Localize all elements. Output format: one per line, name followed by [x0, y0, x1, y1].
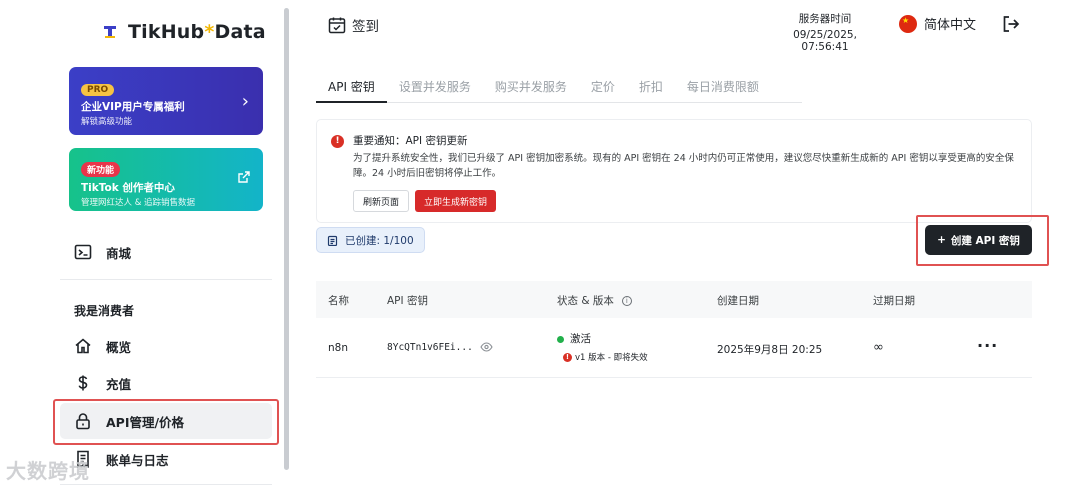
sidebar-item-billing-logs[interactable]: 账单与日志 — [60, 441, 272, 477]
api-key-table-header: 名称 API 密钥 状态 & 版本 i 创建日期 过期日期 — [316, 281, 1032, 318]
china-flag-icon — [899, 14, 917, 33]
sidebar-item-recharge[interactable]: 充值 — [60, 365, 272, 401]
server-time-value: 09/25/2025, 07:56:41 — [793, 29, 857, 53]
status-dot — [557, 335, 564, 343]
sidebar-scrollbar[interactable] — [284, 8, 289, 470]
dollar-icon — [78, 375, 88, 391]
api-tabs: API 密钥 设置并发服务 购买并发服务 定价 折扣 每日消费限额 — [316, 72, 802, 103]
created-date: 2025年9月8日 20:25 — [717, 344, 823, 356]
regenerate-key-button[interactable]: 立即生成新密钥 — [415, 190, 497, 212]
sidebar: TikHub*Data PRO 企业VIP用户专属福利 解锁高级功能 › 新功能… — [0, 0, 290, 492]
eye-icon[interactable] — [480, 342, 493, 352]
created-count-label: 已创建: 1/100 — [345, 234, 414, 247]
notice-title: 重要通知：API 密钥更新 — [353, 135, 468, 147]
column-header-status: 状态 & 版本 i — [557, 293, 632, 308]
api-key-update-notice: ! 重要通知：API 密钥更新 为了提升系统安全性，我们已升级了 API 密钥加… — [316, 119, 1032, 223]
calendar-check-icon — [328, 17, 346, 34]
new-feature-badge: 新功能 — [81, 162, 121, 177]
checkin-label: 签到 — [352, 19, 379, 35]
sidebar-divider — [60, 279, 272, 280]
tikhub-logo-icon — [104, 26, 116, 38]
version-warning: ! v1 版本 - 即将失效 — [563, 351, 648, 363]
tab-daily-limit[interactable]: 每日消费限额 — [675, 72, 771, 103]
created-count-badge: 已创建: 1/100 — [316, 227, 425, 253]
create-button-highlight — [916, 215, 1049, 266]
info-icon[interactable]: i — [621, 296, 632, 306]
logout-icon[interactable] — [1001, 14, 1021, 34]
terminal-icon — [74, 244, 92, 260]
language-label: 简体中文 — [924, 18, 977, 33]
brand-name: TikHub*Data — [128, 21, 266, 43]
watermark: 大数跨境 — [6, 459, 90, 483]
home-icon — [75, 338, 91, 354]
tab-set-concurrency[interactable]: 设置并发服务 — [387, 72, 483, 103]
alert-icon: ! — [331, 135, 344, 148]
sidebar-item-shop[interactable]: 商城 — [60, 234, 272, 270]
api-key-masked: 8YcQTn1v6FEi... — [387, 342, 473, 353]
server-time: 服务器时间 09/25/2025, 07:56:41 — [770, 11, 880, 53]
more-actions-icon[interactable]: ··· — [977, 336, 998, 355]
column-header-created: 创建日期 — [717, 295, 759, 307]
sidebar-item-label: 充值 — [106, 376, 132, 392]
tab-discount[interactable]: 折扣 — [627, 72, 675, 103]
brand-logo[interactable]: TikHub*Data — [102, 21, 266, 43]
expire-date: ∞ — [873, 340, 884, 355]
warning-icon: ! — [563, 353, 572, 362]
sidebar-item-label: 概览 — [106, 339, 132, 355]
vip-promo-title: 企业VIP用户专属福利 — [81, 101, 185, 113]
clipboard-icon — [327, 235, 338, 246]
notice-body: 为了提升系统安全性，我们已升级了 API 密钥加密系统。现有的 API 密钥在 … — [353, 153, 1014, 179]
status-active: 激活 — [557, 331, 591, 346]
sidebar-item-label: 账单与日志 — [106, 452, 169, 468]
sidebar-divider — [60, 484, 272, 485]
checkin-button[interactable]: 签到 — [328, 15, 379, 35]
vip-promo-card[interactable]: PRO 企业VIP用户专属福利 解锁高级功能 › — [69, 67, 263, 135]
external-link-icon — [238, 171, 250, 183]
tab-api-keys[interactable]: API 密钥 — [316, 72, 387, 103]
refresh-page-button[interactable]: 刷新页面 — [353, 190, 410, 212]
creator-center-card[interactable]: 新功能 TikTok 创作者中心 管理网红达人 & 追踪销售数据 — [69, 148, 263, 211]
tab-pricing[interactable]: 定价 — [579, 72, 627, 103]
server-time-label: 服务器时间 — [798, 13, 852, 25]
column-header-api-key: API 密钥 — [387, 295, 428, 307]
creator-center-subtitle: 管理网红达人 & 追踪销售数据 — [81, 198, 196, 208]
tab-buy-concurrency[interactable]: 购买并发服务 — [483, 72, 579, 103]
sidebar-item-overview[interactable]: 概览 — [60, 328, 272, 364]
sidebar-item-label: 商城 — [106, 245, 132, 261]
consumer-section-label: 我是消费者 — [74, 304, 135, 318]
vip-promo-subtitle: 解锁高级功能 — [81, 117, 133, 127]
chevron-right-icon: › — [241, 91, 249, 112]
creator-center-title: TikTok 创作者中心 — [81, 182, 175, 194]
column-header-name: 名称 — [328, 295, 349, 307]
key-name: n8n — [328, 342, 348, 354]
table-row: n8n 8YcQTn1v6FEi... 激活 ! v1 版本 - 即将失效 202… — [316, 318, 1032, 378]
api-management-highlight — [53, 399, 279, 445]
language-selector[interactable]: 简体中文 — [899, 14, 976, 33]
column-header-expires: 过期日期 — [873, 295, 915, 307]
pro-badge: PRO — [81, 84, 115, 96]
